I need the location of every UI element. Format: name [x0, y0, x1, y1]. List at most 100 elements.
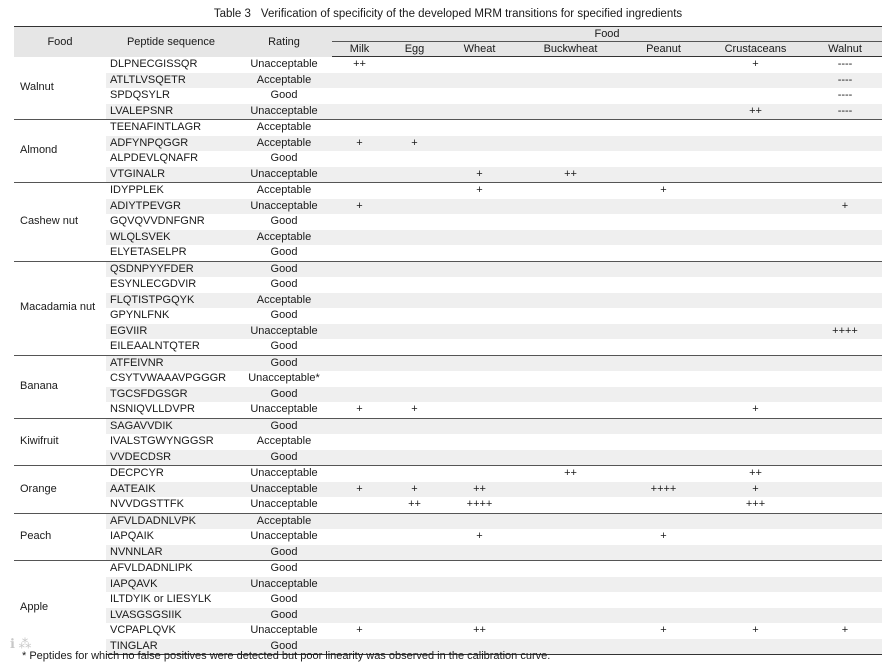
cross-reactivity-cell: [517, 103, 624, 120]
cross-reactivity-cell: [703, 151, 808, 167]
cross-reactivity-cell: [517, 386, 624, 402]
table-row: Kiwifruit SAGAVVDIK Good: [14, 417, 883, 466]
cross-reactivity-cell: [442, 576, 517, 592]
table-row: VCPAPLQVK Unacceptable + ++ + + +: [14, 623, 882, 639]
rating-cell: Good: [270, 309, 298, 321]
cross-reactivity-cell: [517, 308, 624, 324]
cross-reactivity-cell: [332, 339, 387, 355]
header-col-walnut: Walnut: [808, 41, 883, 57]
cross-reactivity-cell: [332, 245, 387, 261]
rating-cell: Unacceptable: [236, 576, 332, 592]
peptide-sequence-cell: NVVDGSTTFK: [110, 498, 184, 510]
cross-reactivity-cell: ++: [703, 465, 808, 482]
cross-reactivity-cell: [808, 339, 882, 355]
cross-reactivity-cell: ----: [837, 89, 853, 101]
cross-reactivity-cell: [624, 465, 703, 482]
peptide-sequence-cell: SAGAVVDIK: [106, 417, 236, 434]
cross-reactivity-cell: +: [476, 530, 483, 542]
cross-reactivity-cell: ++++: [466, 498, 493, 510]
cross-reactivity-cell: [517, 339, 624, 355]
cross-reactivity-cell: [808, 417, 883, 434]
specificity-table: Food Peptide sequence Rating Food Milk E…: [14, 26, 883, 655]
cross-reactivity-cell: [703, 214, 808, 230]
cross-reactivity-cell: +: [624, 182, 703, 199]
cross-reactivity-cell: ----: [808, 103, 883, 120]
cross-reactivity-cell: [387, 57, 442, 73]
header-col-peanut: Peanut: [624, 41, 703, 57]
cross-reactivity-cell: [808, 182, 883, 199]
cross-reactivity-cell: [703, 182, 808, 199]
cross-reactivity-cell: [387, 354, 442, 371]
cross-reactivity-cell: [517, 544, 624, 561]
cross-reactivity-cell: [624, 323, 703, 339]
food-name-cell: Almond: [14, 119, 106, 183]
cross-reactivity-cell: [517, 57, 624, 73]
cross-reactivity-cell: [808, 119, 883, 136]
cross-reactivity-cell: [387, 151, 442, 167]
rating-cell: Acceptable: [236, 512, 332, 529]
cross-reactivity-cell: [808, 434, 882, 450]
cross-reactivity-cell: [808, 560, 883, 577]
header-col-buckwheat: Buckwheat: [517, 41, 624, 57]
peptide-sequence-cell: GPYNLFNK: [110, 309, 170, 321]
cross-reactivity-cell: [808, 229, 883, 245]
cross-reactivity-cell: [703, 88, 808, 104]
table-row: TGCSFDGSGR Good: [14, 386, 883, 402]
cross-reactivity-cell: [517, 371, 624, 387]
table-row: LVASGSGSIIK Good: [14, 607, 883, 623]
cross-reactivity-cell: [624, 198, 703, 214]
cross-reactivity-cell: [703, 135, 808, 151]
rating-cell: Acceptable: [236, 135, 332, 151]
cross-reactivity-cell: ++: [442, 481, 517, 497]
food-name-cell: Orange: [14, 465, 106, 513]
rating-cell: Good: [270, 340, 298, 352]
cross-reactivity-cell: +: [332, 198, 387, 214]
cross-reactivity-cell: [387, 182, 442, 199]
cross-reactivity-cell: ++: [517, 166, 624, 183]
cross-reactivity-cell: [808, 544, 883, 561]
cross-reactivity-cell: [624, 151, 703, 167]
cross-reactivity-cell: [387, 434, 442, 450]
rating-cell: Good: [270, 246, 298, 258]
cross-reactivity-cell: [387, 260, 442, 277]
cross-reactivity-cell: [703, 229, 808, 245]
cross-reactivity-cell: [624, 72, 703, 88]
peptide-sequence-cell: TGCSFDGSGR: [106, 386, 236, 402]
cross-reactivity-cell: [332, 151, 387, 167]
table-row: IVALSTGWYNGGSR Acceptable: [14, 434, 882, 450]
table-number: Table 3: [213, 8, 251, 20]
cross-reactivity-cell: [387, 245, 442, 261]
rating-cell: Acceptable: [256, 435, 312, 447]
rating-cell: Unacceptable: [236, 198, 332, 214]
cross-reactivity-cell: [387, 88, 442, 104]
cross-reactivity-cell: [387, 166, 442, 183]
table-row: NSNIQVLLDVPR Unacceptable + + +: [14, 402, 882, 418]
food-name-cell: Kiwifruit: [14, 417, 106, 466]
peptide-sequence-cell: VCPAPLQVK: [110, 624, 176, 636]
cross-reactivity-cell: [517, 592, 624, 608]
cross-reactivity-cell: [624, 512, 703, 529]
peptide-sequence-cell: WLQLSVEK: [106, 229, 236, 245]
cross-reactivity-cell: +: [387, 481, 442, 497]
table-row: EILEAALNTQTER Good: [14, 339, 882, 355]
table-caption: Table 3 Verification of specificity of th…: [0, 8, 896, 20]
rating-cell: Good: [236, 354, 332, 371]
cross-reactivity-cell: [387, 339, 442, 355]
cross-reactivity-cell: [808, 292, 883, 308]
peptide-sequence-cell: ALPDEVLQNAFR: [110, 152, 199, 164]
cross-reactivity-cell: [387, 592, 442, 608]
rating-cell: Unacceptable: [236, 323, 332, 339]
cross-reactivity-cell: [703, 529, 808, 545]
cross-reactivity-cell: [387, 449, 442, 466]
table-row: CSYTVWAAAVPGGGR Unacceptable*: [14, 371, 882, 387]
cross-reactivity-cell: ++: [703, 103, 808, 120]
cross-reactivity-cell: [703, 560, 808, 577]
cross-reactivity-cell: [808, 402, 882, 418]
peptide-sequence-cell: GQVQVVDNFGNR: [110, 215, 205, 227]
cross-reactivity-cell: [332, 576, 387, 592]
table-row: NVNNLAR Good: [14, 544, 883, 561]
cross-reactivity-cell: [808, 354, 883, 371]
peptide-sequence-cell: ADFYNPQGGR: [106, 135, 236, 151]
cross-reactivity-cell: ++: [473, 624, 486, 636]
cross-reactivity-cell: [442, 308, 517, 324]
